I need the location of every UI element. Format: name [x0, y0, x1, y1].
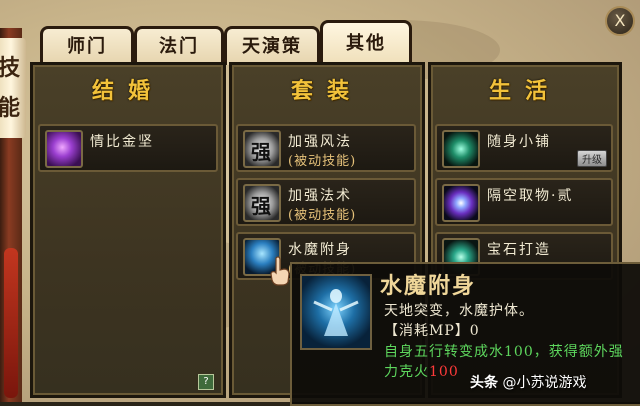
- scroll-glyph-2: 能: [0, 95, 21, 121]
- panel-marriage-title: 结婚: [91, 78, 164, 104]
- panel-suit-title: 套装: [290, 78, 363, 104]
- green-gem-icon: [442, 130, 480, 168]
- scroll-roll: 技 能: [0, 38, 26, 138]
- purple-orb-icon: [45, 130, 83, 168]
- tab-other[interactable]: 其他: [320, 20, 412, 65]
- panel-marriage: 结婚: [30, 62, 226, 398]
- skill-item-jiaqiangfengfa[interactable]: 强 加强风法 (被动技能): [236, 124, 416, 172]
- skill-tooltip: 水魔附身 天地突变，水魔护体。 【消耗MP】0 自身五行转变成水100，获得额外…: [290, 262, 640, 406]
- close-button[interactable]: X: [605, 6, 635, 36]
- skill-name: 水魔附身: [288, 242, 352, 258]
- blue-spark-icon: [442, 184, 480, 222]
- watermark-brand: 头条: [470, 375, 498, 391]
- tooltip-cost: 【消耗MP】0: [384, 323, 480, 339]
- watermark-handle: @小苏说游戏: [502, 375, 587, 391]
- hand-cursor-icon: [270, 256, 290, 286]
- left-scroll-decoration: 技 能: [0, 28, 26, 402]
- upgrade-button[interactable]: 升级: [577, 150, 607, 167]
- panel-life-title: 生活: [488, 78, 561, 104]
- skill-name: 加强风法: [288, 134, 352, 150]
- skill-name: 隔空取物·贰: [487, 188, 574, 204]
- water-spirit-icon: [300, 274, 372, 350]
- tooltip-effect-value: 100: [429, 364, 459, 380]
- help-button[interactable]: ?: [198, 374, 214, 390]
- tooltip-title: 水魔附身: [380, 273, 477, 299]
- skill-subtitle: (被动技能): [288, 154, 357, 169]
- watermark: 头条 @小苏说游戏: [470, 372, 586, 392]
- skill-name: 情比金坚: [90, 134, 154, 150]
- strengthen-icon: 强: [243, 184, 281, 222]
- skill-subtitle: (被动技能): [288, 208, 357, 223]
- red-tassel: [4, 248, 18, 398]
- skills-window: 技 能 X 师门 法门 天演策 其他 结婚 情比金坚 ? 套装 强 加强风法 (…: [0, 0, 640, 406]
- scroll-glyph-1: 技: [0, 55, 21, 81]
- water-spirit-figure: [313, 289, 359, 336]
- skill-item-gekongquwu[interactable]: 隔空取物·贰: [435, 178, 613, 226]
- strengthen-glyph: 强: [251, 194, 271, 218]
- skill-item-suishenxiaopu[interactable]: 随身小铺 升级: [435, 124, 613, 172]
- tooltip-description: 天地突变，水魔护体。: [384, 303, 534, 319]
- strengthen-icon: 强: [243, 130, 281, 168]
- tab-tianyance[interactable]: 天演策: [224, 26, 320, 65]
- tab-shimen[interactable]: 师门: [40, 26, 134, 65]
- skill-item-jiaqiangfashu[interactable]: 强 加强法术 (被动技能): [236, 178, 416, 226]
- skill-name: 随身小铺: [487, 134, 551, 150]
- tab-famen[interactable]: 法门: [134, 26, 224, 65]
- skill-item-qingbijinjian[interactable]: 情比金坚: [38, 124, 218, 172]
- skill-name: 加强法术: [288, 188, 352, 204]
- strengthen-glyph: 强: [251, 140, 271, 164]
- skill-name: 宝石打造: [487, 242, 551, 258]
